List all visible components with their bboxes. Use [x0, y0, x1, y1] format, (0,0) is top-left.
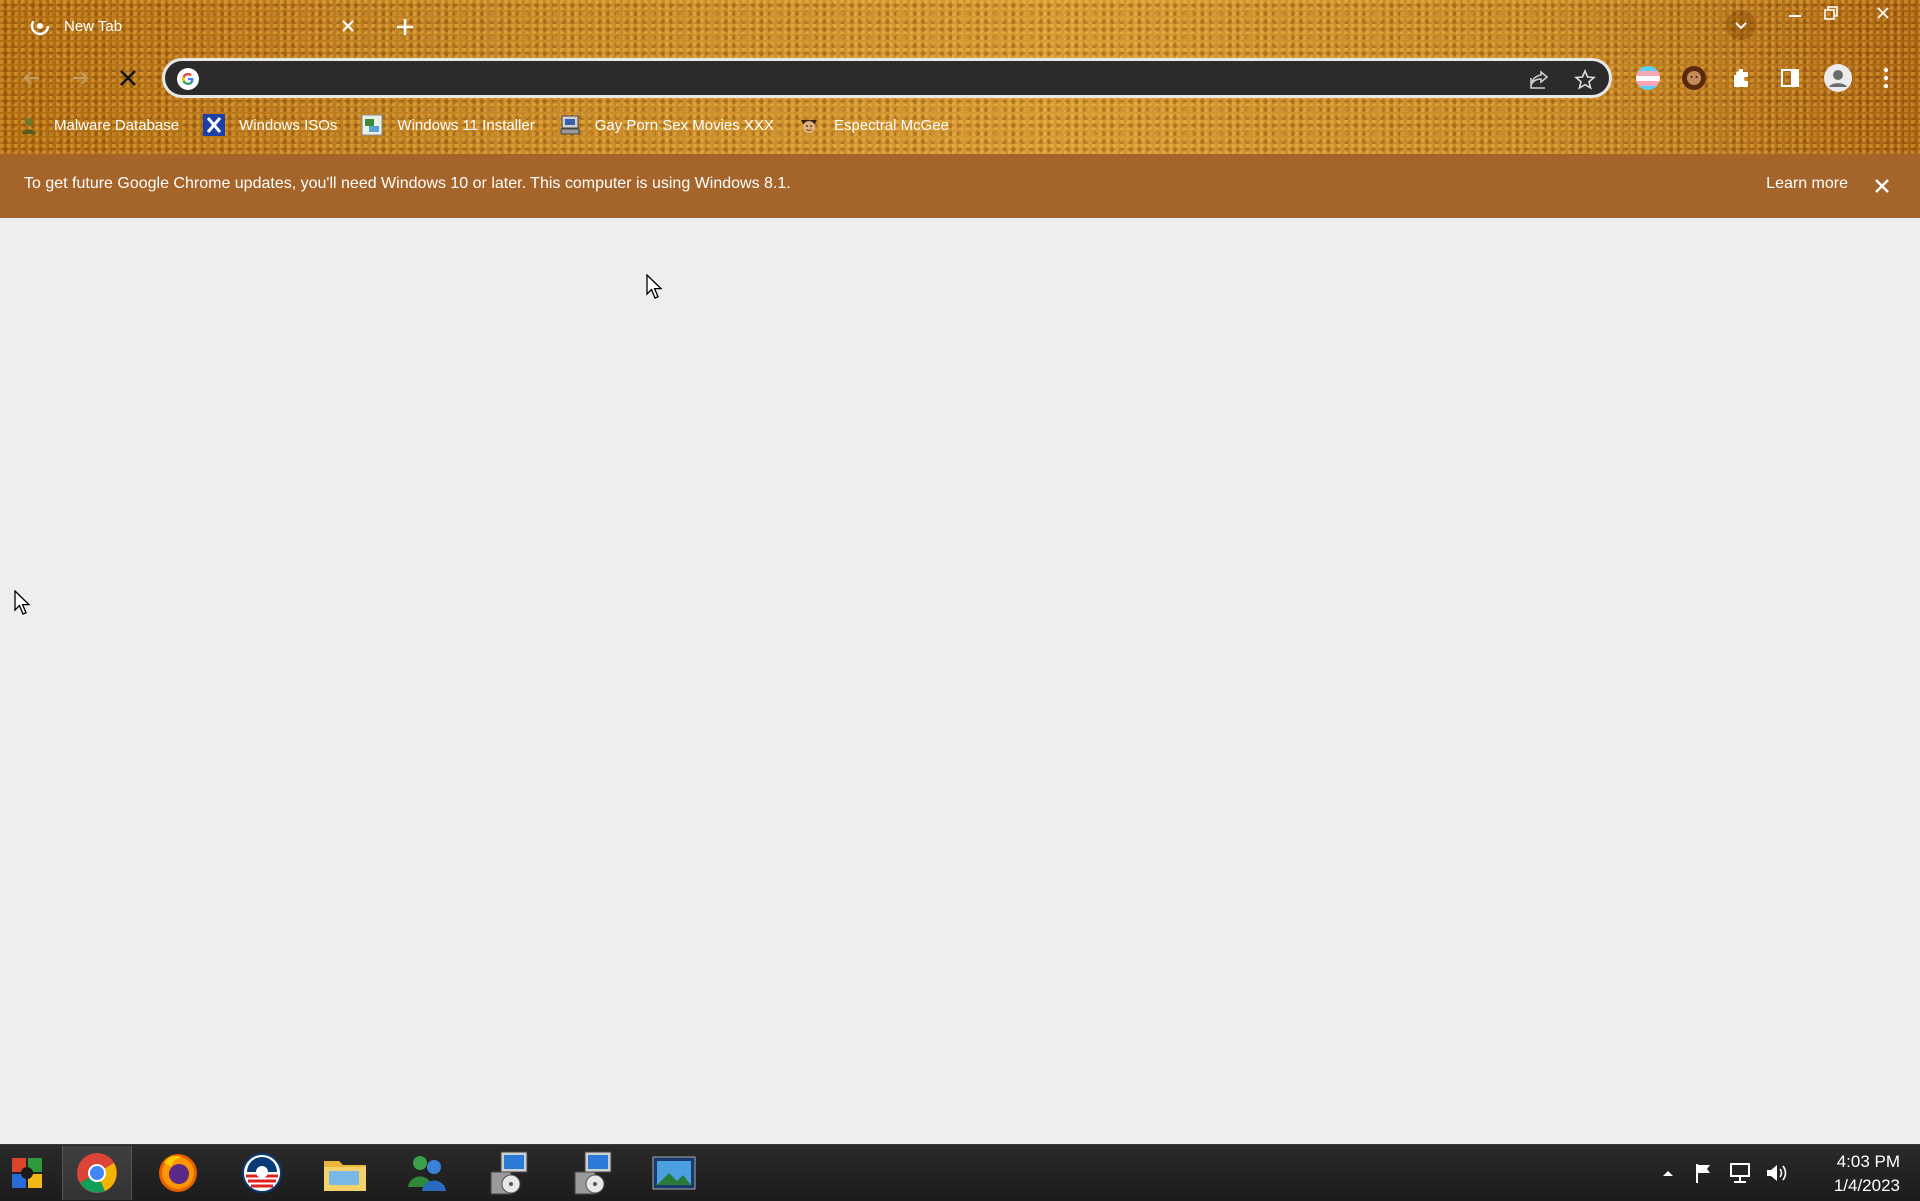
folder-icon: [324, 1161, 366, 1191]
tab-search-button[interactable]: [1726, 10, 1756, 40]
taskbar-file-explorer[interactable]: [312, 1146, 378, 1200]
learn-more-link[interactable]: Learn more: [1766, 175, 1848, 193]
infobar-message: To get future Google Chrome updates, you…: [24, 175, 791, 192]
stop-button[interactable]: [112, 62, 144, 94]
chevron-up-icon: [1663, 1171, 1673, 1176]
kebab-menu-icon: [1883, 67, 1889, 89]
side-panel-button[interactable]: [1774, 62, 1806, 94]
forward-button[interactable]: [64, 62, 96, 94]
google-g-icon: [177, 68, 199, 90]
clock-date: 1/4/2023: [1833, 1176, 1900, 1195]
bookmark-computer-site[interactable]: Gay Porn Sex Movies XXX: [559, 114, 774, 136]
page-content: [0, 218, 1920, 1144]
bookmark-label: Gay Porn Sex Movies XXX: [594, 116, 774, 134]
extensions-button[interactable]: [1726, 62, 1758, 94]
close-icon: [1877, 7, 1889, 19]
network-tray[interactable]: [1728, 1161, 1752, 1185]
update-warning-infobar: To get future Google Chrome updates, you…: [0, 154, 1920, 218]
bookmark-label: Windows 11 Installer: [397, 116, 535, 134]
taskbar-installer-2[interactable]: [560, 1146, 628, 1200]
show-hidden-icons-button[interactable]: [1656, 1161, 1680, 1185]
plus-icon: [397, 19, 413, 35]
bookmark-malware-database[interactable]: Malware Database: [18, 114, 179, 136]
taskbar: 4:03 PM 1/4/2023: [0, 1144, 1920, 1201]
taskbar-firefox[interactable]: [146, 1146, 210, 1200]
action-center-tray[interactable]: [1692, 1161, 1716, 1185]
start-button[interactable]: [4, 1146, 50, 1200]
profile-button[interactable]: [1822, 62, 1854, 94]
bookmark-label: Espectral McGee: [833, 116, 949, 134]
address-bar[interactable]: [162, 58, 1612, 98]
taskbar-chrome[interactable]: [62, 1146, 132, 1200]
bookmark-windows-11-installer[interactable]: Windows 11 Installer: [361, 114, 535, 136]
taskbar-messenger[interactable]: [394, 1146, 460, 1200]
bookmark-label: Malware Database: [54, 116, 180, 134]
mouse-cursor-icon: [646, 274, 663, 299]
chevron-down-icon: [1735, 22, 1747, 30]
mouse-cursor-icon: [14, 590, 31, 615]
restore-icon: [1824, 6, 1838, 20]
bookmark-star-icon[interactable]: [1573, 68, 1597, 92]
flag-icon: [1696, 1164, 1710, 1183]
windows-11-installer-icon: [361, 114, 383, 136]
restore-button[interactable]: [1810, 0, 1852, 26]
share-icon[interactable]: [1527, 68, 1551, 92]
installer-icon: [490, 1151, 528, 1195]
system-clock[interactable]: 4:03 PM 1/4/2023: [1834, 1150, 1900, 1198]
face-icon: [798, 114, 820, 136]
installer-icon: [574, 1151, 612, 1195]
volume-tray[interactable]: [1764, 1161, 1788, 1185]
face-avatar-icon: [1682, 66, 1706, 90]
menu-button[interactable]: [1870, 62, 1902, 94]
bookmark-label: Windows ISOs: [239, 116, 338, 134]
omnibox-input[interactable]: [211, 64, 1455, 94]
firefox-icon: [159, 1154, 197, 1192]
profile-avatar-icon: [1824, 64, 1852, 92]
windows-isos-icon: [203, 114, 226, 136]
taskbar-obama-app[interactable]: [230, 1146, 294, 1200]
people-icon: [408, 1156, 446, 1191]
minimize-icon: [1789, 15, 1801, 17]
tab-close-icon[interactable]: [336, 14, 360, 38]
forward-arrow-icon: [73, 71, 89, 85]
stop-x-icon: [120, 70, 136, 86]
clock-time: 4:03 PM: [1836, 1152, 1900, 1171]
browser-frame: New Tab Malware Database Windows ISOs Wi…: [0, 0, 1920, 154]
bookmarks-bar: Malware Database Windows ISOs Windows 11…: [18, 111, 973, 139]
taskbar-photo-viewer[interactable]: [642, 1146, 706, 1200]
puzzle-icon: [1734, 69, 1748, 87]
tab-new-tab[interactable]: New Tab: [14, 6, 368, 46]
computer-icon: [559, 114, 581, 136]
tab-title: New Tab: [64, 17, 123, 35]
loading-favicon-icon: [30, 16, 50, 36]
new-tab-button[interactable]: [390, 12, 420, 42]
start-icon: [12, 1158, 42, 1188]
taskbar-installer-1[interactable]: [476, 1146, 544, 1200]
back-button[interactable]: [16, 62, 48, 94]
trans-flag-icon: [1636, 66, 1660, 90]
avatar-extension-button[interactable]: [1678, 62, 1710, 94]
bookmark-windows-isos[interactable]: Windows ISOs: [203, 114, 337, 136]
network-icon: [1730, 1163, 1750, 1183]
close-window-button[interactable]: [1862, 0, 1904, 26]
bookmark-espectral-mcgee[interactable]: Espectral McGee: [798, 114, 949, 136]
back-arrow-icon: [23, 71, 39, 85]
chrome-icon: [77, 1153, 117, 1193]
obama-logo-icon: [242, 1153, 282, 1193]
side-panel-icon: [1781, 69, 1799, 87]
photo-viewer-icon: [652, 1156, 696, 1190]
volume-icon: [1767, 1165, 1787, 1181]
malware-database-icon: [18, 114, 40, 136]
pride-flag-extension-button[interactable]: [1632, 62, 1664, 94]
infobar-close-icon[interactable]: [1870, 174, 1894, 198]
